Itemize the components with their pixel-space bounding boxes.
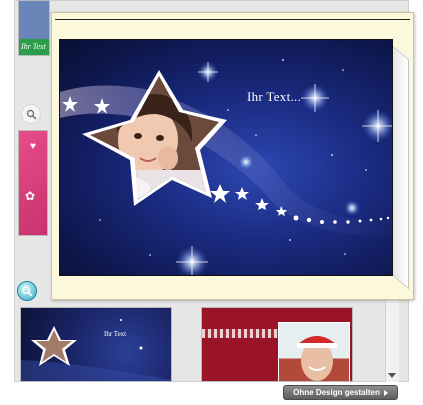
thumbnail-caption: Ihr Text (21, 42, 46, 51)
ornament-band (202, 329, 282, 338)
design-thumbnail-christmas[interactable] (201, 307, 353, 382)
thumbnail-caption: Ihr Text (104, 330, 127, 338)
card-preview-popup: Ihr Text... (51, 12, 414, 300)
design-free-button-label: Ohne Design gestalten (293, 388, 380, 397)
santa-hat-photo (278, 322, 350, 381)
scroll-down-arrow-icon[interactable] (388, 373, 396, 378)
triangle-right-icon (383, 389, 388, 396)
candles-icon: ✿ (25, 189, 36, 203)
heart-icon: ♥ (30, 141, 36, 152)
design-thumbnail-pink[interactable]: ♥ ✿ (18, 130, 48, 236)
design-free-button[interactable]: Ohne Design gestalten (283, 385, 398, 400)
gallery-scrollbar[interactable] (385, 296, 399, 382)
zoom-magnifier-icon[interactable] (21, 104, 41, 124)
zoom-active-icon[interactable] (17, 281, 37, 301)
greeting-card-preview: Ihr Text... (59, 39, 393, 276)
popup-top-rule (55, 19, 410, 20)
design-thumbnail-star[interactable]: Ihr Text (20, 307, 172, 382)
card-caption-text[interactable]: Ihr Text... (247, 89, 301, 105)
design-thumbnail-top[interactable]: Ihr Text (18, 0, 50, 56)
